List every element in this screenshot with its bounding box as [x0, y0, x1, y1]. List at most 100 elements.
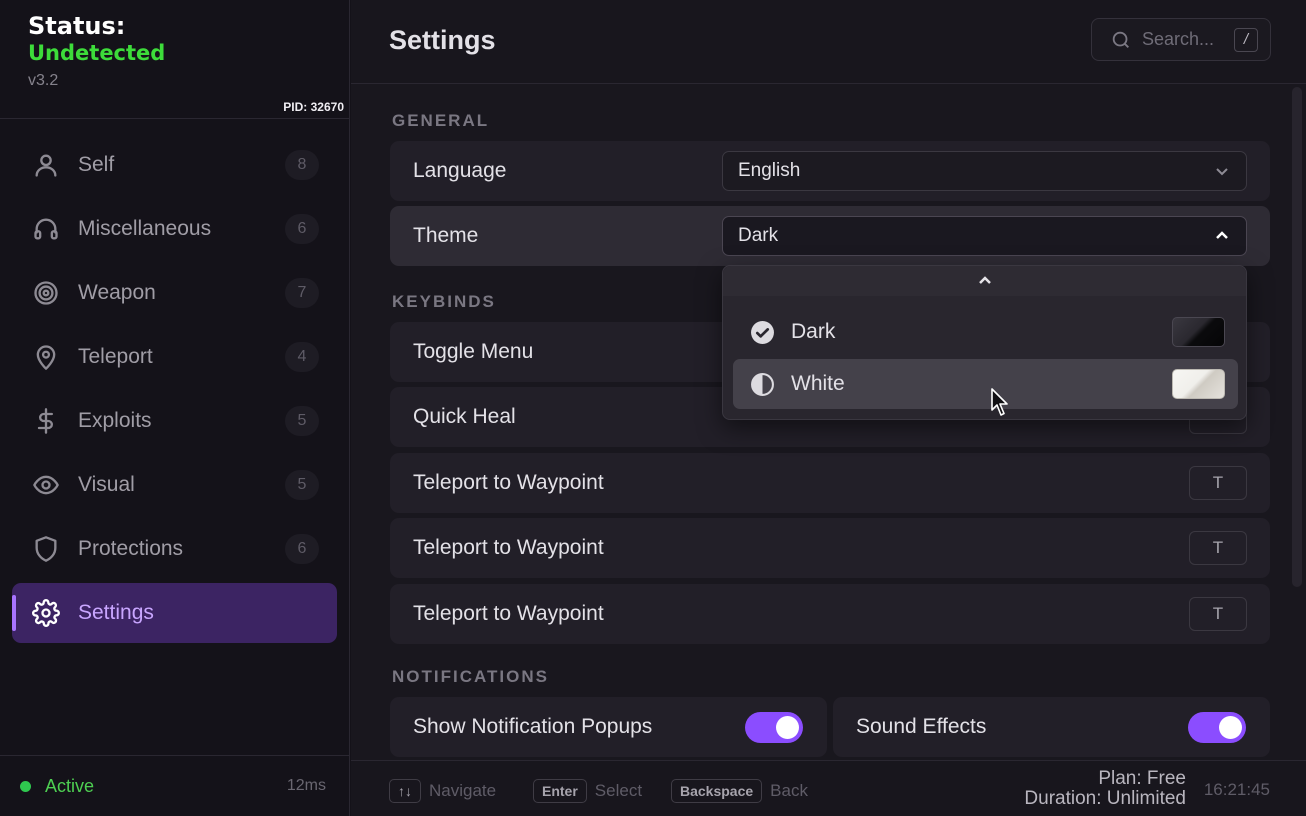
theme-dropdown: Dark White: [722, 265, 1247, 420]
sidebar-item-label: Weapon: [78, 281, 156, 304]
hint-key: Enter: [533, 779, 587, 803]
section-general: GENERAL: [392, 111, 490, 130]
sidebar-item-count: 5: [285, 470, 319, 500]
theme-option-label: Dark: [791, 320, 836, 343]
theme-select-value: Dark: [738, 225, 779, 246]
sidebar-item-protections[interactable]: Protections 6: [12, 519, 337, 579]
pid-label: PID: 32670: [283, 100, 344, 114]
gear-icon: [30, 597, 62, 629]
half-circle-icon: [751, 372, 774, 396]
sidebar-item-count: 6: [285, 214, 319, 244]
theme-option-dark[interactable]: Dark: [733, 307, 1238, 357]
top-bar: Settings Search... /: [351, 0, 1306, 84]
sidebar-item-label: Exploits: [78, 409, 152, 432]
language-select[interactable]: English: [722, 151, 1247, 191]
connection-status: Active 12ms: [0, 755, 350, 816]
clock: 16:21:45: [1203, 780, 1270, 799]
map-pin-icon: [30, 341, 62, 373]
target-icon: [30, 277, 62, 309]
notification-popups-toggle[interactable]: [745, 712, 803, 743]
latency-label: 12ms: [286, 777, 326, 794]
white-swatch: [1172, 369, 1225, 399]
sidebar-divider: [0, 118, 350, 119]
plan-info: Plan: Free Duration: Unlimited: [1024, 769, 1186, 809]
sidebar-item-label: Self: [78, 153, 115, 176]
chevron-up-icon: [978, 276, 991, 284]
hint-key: Backspace: [671, 779, 763, 803]
sidebar-item-label: Visual: [78, 473, 135, 496]
keybind-key[interactable]: T: [1189, 597, 1247, 631]
sidebar: Status: Undetected v3.2 PID: 32670 Self …: [0, 0, 350, 816]
version-label: v3.2: [28, 72, 59, 89]
status-title: Status:: [28, 12, 126, 40]
theme-option-label: White: [791, 372, 845, 395]
sidebar-nav: Self 8 Miscellaneous 6 Weapon 7 Teleport…: [12, 135, 337, 647]
sidebar-item-visual[interactable]: Visual 5: [12, 455, 337, 515]
section-notifications: NOTIFICATIONS: [392, 667, 549, 686]
sidebar-item-label: Teleport: [78, 345, 153, 368]
search-placeholder: Search...: [1142, 29, 1215, 49]
connection-status-label: Active: [45, 775, 95, 796]
dark-swatch: [1172, 317, 1225, 347]
section-keybinds: KEYBINDS: [392, 292, 496, 311]
sidebar-item-teleport[interactable]: Teleport 4: [12, 327, 337, 387]
shield-icon: [30, 533, 62, 565]
mouse-cursor-icon: [991, 388, 1008, 416]
sidebar-item-label: Settings: [78, 601, 154, 624]
hint-label: Select: [594, 781, 643, 800]
language-row: Language English: [390, 141, 1270, 201]
check-circle-icon: [751, 320, 774, 344]
keybind-label: Teleport to Waypoint: [413, 536, 604, 559]
chevron-up-icon: [1216, 231, 1228, 239]
user-icon: [30, 149, 62, 181]
sidebar-item-label: Protections: [78, 537, 184, 560]
page-title: Settings: [389, 25, 496, 55]
keybind-row[interactable]: Teleport to Waypoint T: [390, 453, 1270, 513]
sidebar-item-count: 6: [285, 534, 319, 564]
sound-effects-row: Sound Effects: [833, 697, 1270, 757]
sidebar-item-weapon[interactable]: Weapon 7: [12, 263, 337, 323]
status-dot: [20, 780, 31, 792]
keybind-label: Teleport to Waypoint: [413, 471, 604, 494]
notification-popups-row: Show Notification Popups: [390, 697, 827, 757]
keybind-label: Teleport to Waypoint: [413, 602, 604, 625]
search-icon: [1112, 31, 1129, 48]
dropdown-scroll-up[interactable]: [723, 266, 1246, 296]
headset-icon: [30, 213, 62, 245]
chevron-down-icon: [1216, 168, 1228, 176]
sidebar-item-miscellaneous[interactable]: Miscellaneous 6: [12, 199, 337, 259]
hint-back: Backspace Back: [671, 779, 808, 803]
sidebar-item-settings[interactable]: Settings: [12, 583, 337, 643]
hint-label: Back: [770, 781, 808, 800]
hint-navigate: ↑↓ Navigate: [389, 779, 496, 803]
hint-select: Enter Select: [533, 779, 642, 803]
scrollbar[interactable]: [1292, 87, 1302, 587]
eye-icon: [30, 469, 62, 501]
sidebar-item-count: 5: [285, 406, 319, 436]
keybind-key[interactable]: T: [1189, 531, 1247, 565]
theme-select[interactable]: Dark: [722, 216, 1247, 256]
keybind-row[interactable]: Teleport to Waypoint T: [390, 584, 1270, 644]
keybind-row[interactable]: Teleport to Waypoint T: [390, 518, 1270, 578]
keybind-key[interactable]: T: [1189, 466, 1247, 500]
theme-row: Theme Dark: [390, 206, 1270, 266]
toggle-knob: [1219, 716, 1242, 739]
toggle-knob: [776, 716, 799, 739]
language-select-value: English: [738, 160, 801, 181]
sidebar-item-exploits[interactable]: Exploits 5: [12, 391, 337, 451]
sidebar-item-count: 7: [285, 278, 319, 308]
dollar-icon: [30, 405, 62, 437]
plan-label: Plan: Free: [1098, 768, 1186, 789]
search-shortcut-key: /: [1234, 27, 1258, 52]
footer-bar: ↑↓ Navigate Enter Select Backspace Back …: [351, 760, 1306, 816]
status-value: Undetected: [28, 41, 166, 65]
sidebar-item-count: 8: [285, 150, 319, 180]
sidebar-item-self[interactable]: Self 8: [12, 135, 337, 195]
status-block: Status: Undetected v3.2: [28, 12, 165, 90]
hint-key: ↑↓: [389, 779, 421, 803]
search-input[interactable]: Search... /: [1091, 18, 1271, 61]
sound-effects-toggle[interactable]: [1188, 712, 1246, 743]
sidebar-item-label: Miscellaneous: [78, 217, 212, 240]
theme-option-white[interactable]: White: [733, 359, 1238, 409]
sidebar-item-count: 4: [285, 342, 319, 372]
